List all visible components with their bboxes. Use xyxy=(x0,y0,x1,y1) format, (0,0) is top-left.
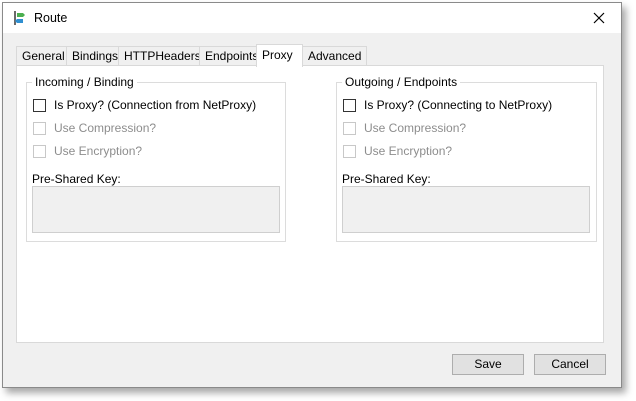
incoming-use-encryption-checkbox[interactable] xyxy=(33,144,46,158)
route-app-icon xyxy=(12,10,28,26)
close-button[interactable] xyxy=(577,3,621,33)
incoming-use-compression-option[interactable]: Use Compression? xyxy=(33,121,156,135)
incoming-use-compression-label: Use Compression? xyxy=(54,121,157,135)
outgoing-psk-field[interactable] xyxy=(342,186,590,233)
close-icon xyxy=(593,12,605,24)
outgoing-is-proxy-checkbox[interactable] xyxy=(343,98,356,112)
tab-endpoints[interactable]: Endpoints xyxy=(199,46,265,66)
outgoing-use-compression-option[interactable]: Use Compression? xyxy=(343,121,466,135)
outgoing-use-compression-checkbox[interactable] xyxy=(343,121,356,135)
incoming-use-encryption-label: Use Encryption? xyxy=(54,144,143,158)
window-title: Route xyxy=(34,11,68,25)
outgoing-use-encryption-option[interactable]: Use Encryption? xyxy=(343,144,452,158)
tab-proxy[interactable]: Proxy xyxy=(256,44,303,67)
route-dialog: Route General Bindings HTTPHeaders Endpo… xyxy=(2,2,622,388)
incoming-group-title: Incoming / Binding xyxy=(32,75,137,89)
incoming-use-encryption-option[interactable]: Use Encryption? xyxy=(33,144,142,158)
outgoing-endpoints-group: Outgoing / Endpoints Is Proxy? (Connecti… xyxy=(336,75,597,242)
outgoing-group-title: Outgoing / Endpoints xyxy=(342,75,461,89)
save-button[interactable]: Save xyxy=(452,354,524,375)
outgoing-psk-label: Pre-Shared Key: xyxy=(342,172,431,186)
tab-advanced[interactable]: Advanced xyxy=(302,46,368,66)
tab-httpheaders[interactable]: HTTPHeaders xyxy=(118,46,207,66)
cancel-button[interactable]: Cancel xyxy=(534,354,606,375)
outgoing-use-compression-label: Use Compression? xyxy=(364,121,467,135)
outgoing-use-encryption-label: Use Encryption? xyxy=(364,144,453,158)
outgoing-use-encryption-checkbox[interactable] xyxy=(343,144,356,158)
incoming-use-compression-checkbox[interactable] xyxy=(33,121,46,135)
incoming-binding-group: Incoming / Binding Is Proxy? (Connection… xyxy=(26,75,286,242)
proxy-tab-panel: Incoming / Binding Is Proxy? (Connection… xyxy=(16,65,604,343)
tab-general[interactable]: General xyxy=(16,46,71,66)
incoming-psk-field[interactable] xyxy=(32,186,280,233)
incoming-psk-label: Pre-Shared Key: xyxy=(32,172,121,186)
incoming-is-proxy-checkbox[interactable] xyxy=(33,98,46,112)
tab-bindings[interactable]: Bindings xyxy=(66,46,125,66)
incoming-is-proxy-option[interactable]: Is Proxy? (Connection from NetProxy) xyxy=(33,98,256,112)
title-bar: Route xyxy=(3,3,621,33)
incoming-is-proxy-label: Is Proxy? (Connection from NetProxy) xyxy=(54,98,257,112)
outgoing-is-proxy-option[interactable]: Is Proxy? (Connecting to NetProxy) xyxy=(343,98,552,112)
outgoing-is-proxy-label: Is Proxy? (Connecting to NetProxy) xyxy=(364,98,553,112)
